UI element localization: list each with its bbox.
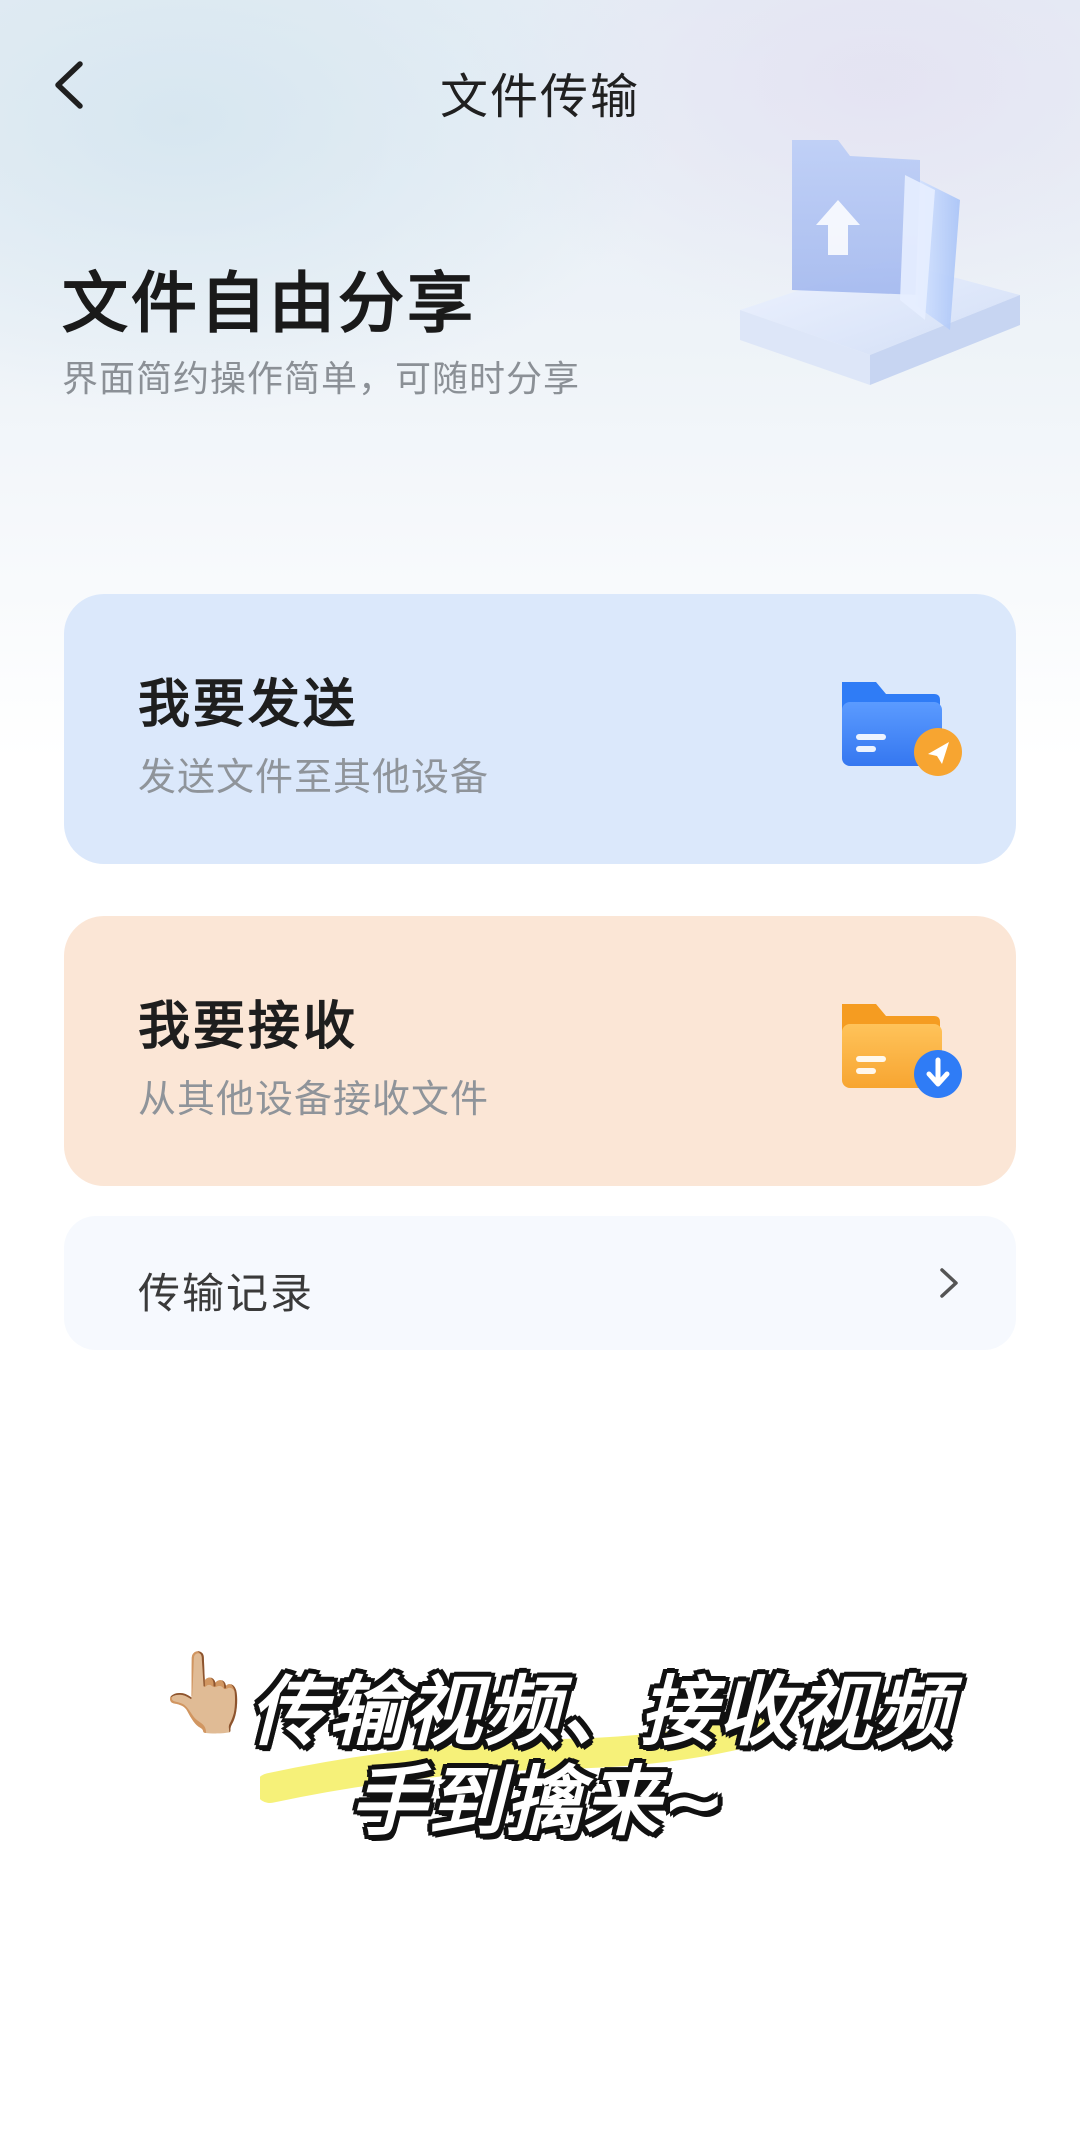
pointing-hand-icon: 👆🏼 xyxy=(158,1648,256,1738)
chevron-right-icon xyxy=(940,1268,958,1298)
folder-download-icon xyxy=(842,1004,962,1098)
caption-line-2: 手到擒来~ xyxy=(350,1757,728,1846)
folder-upload-illustration xyxy=(740,140,1020,385)
promo-caption: 👆🏼 传输视频、接收视频 手到擒来~ xyxy=(0,1630,1080,1860)
receive-card[interactable]: 我要接收 从其他设备接收文件 xyxy=(64,916,1016,1186)
receive-card-subtitle: 从其他设备接收文件 xyxy=(138,1077,490,1121)
page-title: 文件传输 xyxy=(439,69,640,125)
folder-send-icon xyxy=(842,682,962,776)
receive-card-title: 我要接收 xyxy=(138,997,359,1057)
transfer-record-label: 传输记录 xyxy=(138,1269,315,1318)
send-card-subtitle: 发送文件至其他设备 xyxy=(138,755,490,799)
send-card-title: 我要发送 xyxy=(138,675,359,735)
transfer-record-row[interactable]: 传输记录 xyxy=(64,1216,1016,1350)
send-card[interactable]: 我要发送 发送文件至其他设备 xyxy=(64,594,1016,864)
hero-title: 文件自由分享 xyxy=(62,265,476,342)
hero-subtitle: 界面简约操作简单，可随时分享 xyxy=(62,359,581,400)
